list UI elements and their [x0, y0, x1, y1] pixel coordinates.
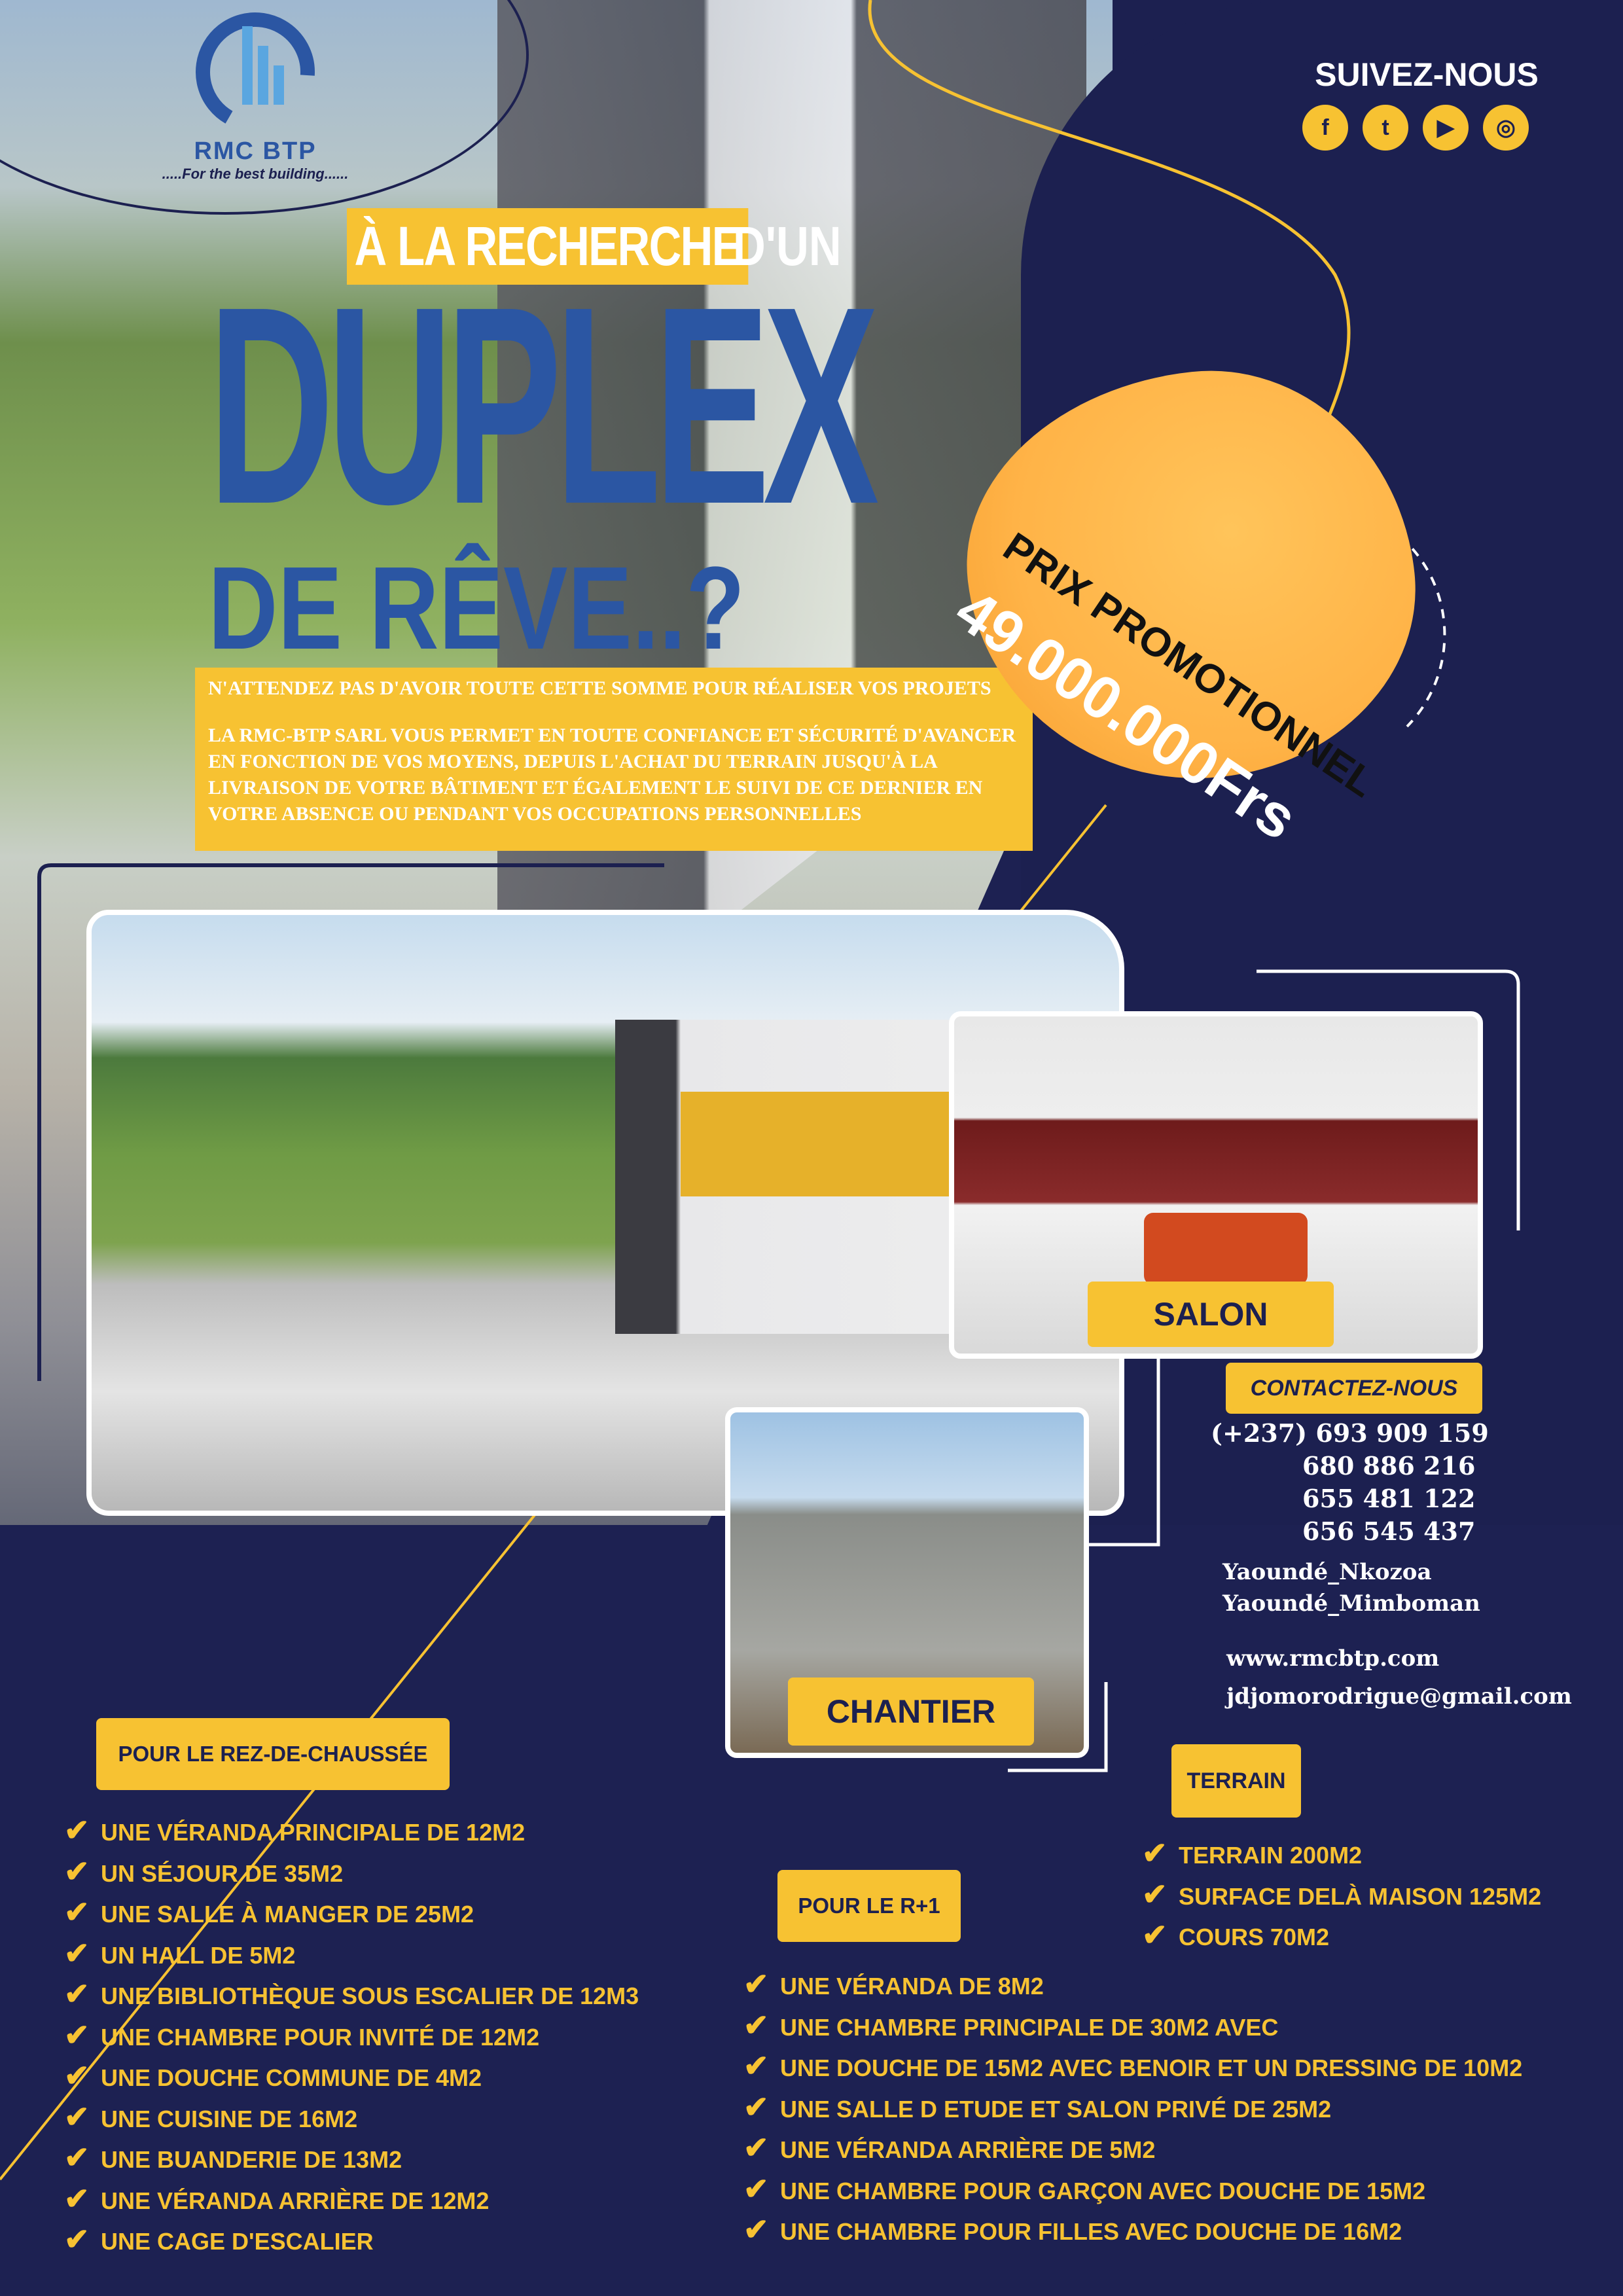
company-logo: RMC BTP .....For the best building......: [151, 7, 360, 196]
list-item: ✔ UNE DOUCHE DE 15M2 AVEC BENOIR ET UN DR…: [743, 2047, 1522, 2088]
twitter-icon[interactable]: t: [1363, 105, 1408, 151]
salon-label: SALON: [1088, 1282, 1334, 1347]
r1-list: ✔ UNE VÉRANDA DE 8M2 ✔ UNE CHAMBRE PRINCIP…: [743, 1965, 1522, 2251]
check-icon: ✔: [64, 1935, 90, 1970]
location: Yaoundé_Nkozoa: [1222, 1559, 1432, 1585]
check-icon: ✔: [64, 2222, 90, 2256]
list-item: ✔ TERRAIN 200M2: [1142, 1834, 1541, 1875]
intro-box: N'ATTENDEZ PAS D'AVOIR TOUTE CETTE SOMME…: [195, 668, 1033, 851]
check-icon: ✔: [64, 2140, 90, 2174]
contact-online: www.rmcbtp.com jdjomorodrigue@gmail.com: [1226, 1640, 1572, 1715]
list-item: ✔ UNE BUANDERIE DE 13M2: [64, 2138, 639, 2179]
list-item: ✔ UNE SALLE À MANGER DE 25M2: [64, 1893, 639, 1934]
check-icon: ✔: [64, 2181, 90, 2215]
r1-title: POUR LE R+1: [777, 1870, 961, 1942]
list-item: ✔ UNE CHAMBRE POUR GARÇON AVEC DOUCHE DE …: [743, 2170, 1522, 2211]
list-item: ✔ COURS 70M2: [1142, 1916, 1541, 1957]
list-item: ✔ UNE VÉRANDA DE 8M2: [743, 1965, 1522, 2006]
contact-locations: Yaoundé_Nkozoa Yaoundé_Mimboman: [1222, 1556, 1480, 1619]
social-icons: f t ▶ ◎: [1302, 105, 1529, 151]
check-icon: ✔: [1142, 1876, 1168, 1911]
check-icon: ✔: [743, 2171, 769, 2206]
check-icon: ✔: [743, 2089, 769, 2124]
social-title: SUIVEZ-NOUS: [1315, 56, 1539, 93]
intro-line-1: N'ATTENDEZ PAS D'AVOIR TOUTE CETTE SOMME…: [208, 677, 991, 699]
rdc-list: ✔ UNE VÉRANDA PRINCIPALE DE 12M2 ✔ UN SÉJO…: [64, 1811, 639, 2261]
check-icon: ✔: [743, 2007, 769, 2042]
list-item: ✔ UNE CHAMBRE PRINCIPALE DE 30M2 AVEC: [743, 2006, 1522, 2047]
list-item: ✔ UNE VÉRANDA ARRIÈRE DE 5M2: [743, 2128, 1522, 2170]
list-item: ✔ UNE CAGE D'ESCALIER: [64, 2220, 639, 2261]
check-icon: ✔: [1142, 1918, 1168, 1952]
check-icon: ✔: [743, 2212, 769, 2246]
contact-phones: (+237) 693 909 159 680 886 216 655 481 1…: [1211, 1417, 1489, 1548]
check-icon: ✔: [743, 2130, 769, 2164]
terrain-title: TERRAIN: [1171, 1744, 1301, 1818]
location: Yaoundé_Mimboman: [1222, 1590, 1480, 1617]
instagram-icon[interactable]: ◎: [1483, 105, 1529, 151]
check-icon: ✔: [64, 1895, 90, 1929]
brand-tagline: .....For the best building......: [162, 166, 349, 182]
list-item: ✔ UNE SALLE D ETUDE ET SALON PRIVÉ DE 25M…: [743, 2088, 1522, 2129]
website-link[interactable]: www.rmcbtp.com: [1226, 1640, 1572, 1677]
contact-title: CONTACTEZ-NOUS: [1226, 1363, 1482, 1414]
check-icon: ✔: [743, 2049, 769, 2083]
building-logo-icon: [190, 7, 321, 137]
sofa-shape: [1144, 1213, 1308, 1285]
terrain-list: ✔ TERRAIN 200M2 ✔ SURFACE DELÀ MAISON 125M…: [1142, 1834, 1541, 1957]
chantier-label: CHANTIER: [788, 1677, 1034, 1746]
list-item: ✔ UN SÉJOUR DE 35M2: [64, 1852, 639, 1893]
list-item: ✔ UNE BIBLIOTHÈQUE SOUS ESCALIER DE 12M3: [64, 1975, 639, 2016]
list-item: ✔ UNE DOUCHE COMMUNE DE 4M2: [64, 2056, 639, 2098]
check-icon: ✔: [64, 2058, 90, 2092]
list-item: ✔ UNE CUISINE DE 16M2: [64, 2098, 639, 2139]
phone-number[interactable]: 656 545 437: [1211, 1515, 1489, 1548]
check-icon: ✔: [64, 2099, 90, 2134]
intro-line-2: LA RMC-BTP SARL VOUS PERMET EN TOUTE CON…: [208, 725, 1016, 825]
check-icon: ✔: [743, 1967, 769, 2001]
list-item: ✔ UN HALL DE 5M2: [64, 1934, 639, 1975]
phone-number[interactable]: 680 886 216: [1211, 1450, 1489, 1482]
phone-number[interactable]: 655 481 122: [1211, 1482, 1489, 1515]
list-item: ✔ UNE CHAMBRE POUR INVITÉ DE 12M2: [64, 2016, 639, 2057]
check-icon: ✔: [64, 1813, 90, 1847]
list-item: ✔ SURFACE DELÀ MAISON 125M2: [1142, 1875, 1541, 1916]
phone-number[interactable]: (+237) 693 909 159: [1211, 1417, 1489, 1450]
email-link[interactable]: jdjomorodrigue@gmail.com: [1226, 1677, 1572, 1715]
headline-main: DUPLEX: [208, 249, 880, 563]
check-icon: ✔: [1142, 1836, 1168, 1870]
list-item: ✔ UNE VÉRANDA PRINCIPALE DE 12M2: [64, 1811, 639, 1852]
facebook-icon[interactable]: f: [1302, 105, 1348, 151]
check-icon: ✔: [64, 1977, 90, 2011]
list-item: ✔ UNE VÉRANDA ARRIÈRE DE 12M2: [64, 2179, 639, 2221]
headline-sub: DE RÊVE..?: [208, 543, 745, 674]
youtube-icon[interactable]: ▶: [1423, 105, 1469, 151]
check-icon: ✔: [64, 1854, 90, 1888]
brand-name: RMC BTP: [194, 137, 317, 165]
check-icon: ✔: [64, 2017, 90, 2052]
list-item: ✔ UNE CHAMBRE POUR FILLES AVEC DOUCHE DE …: [743, 2210, 1522, 2251]
rdc-title: POUR LE REZ-DE-CHAUSSÉE: [96, 1718, 450, 1790]
